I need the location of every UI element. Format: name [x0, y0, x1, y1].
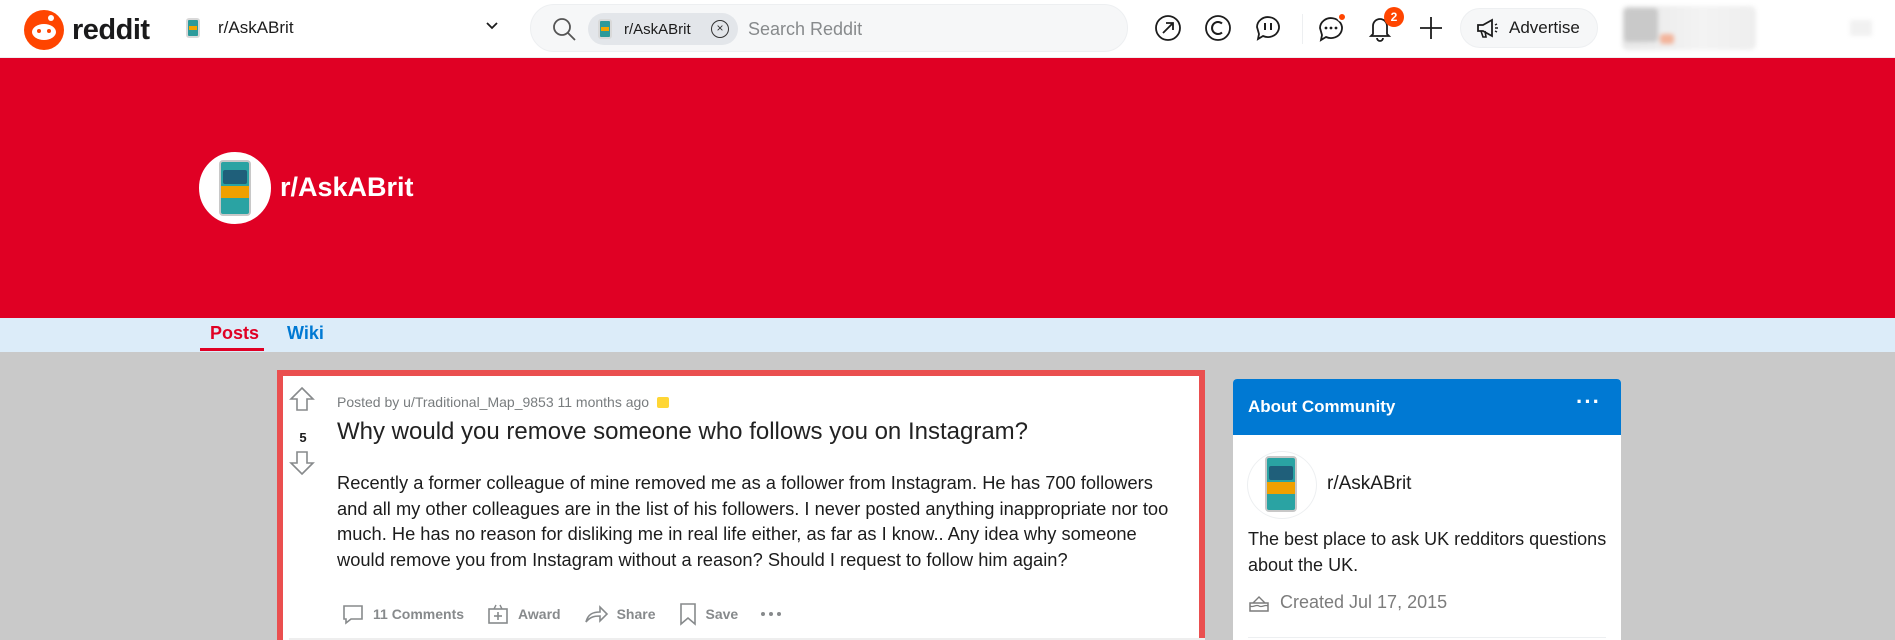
megaphone-icon — [1477, 18, 1498, 38]
about-community-widget: About Community ··· r/AskABrit The best … — [1233, 379, 1621, 640]
top-header: reddit r/AskABrit r/AskABrit × 2 Adverti… — [0, 0, 1895, 58]
community-created: Created Jul 17, 2015 — [1248, 592, 1447, 613]
save-button[interactable]: Save — [678, 602, 739, 626]
post-actions: 11 Comments Award Share Save — [341, 598, 812, 630]
chat-unread-dot — [1337, 12, 1347, 22]
bean-can-icon — [1265, 456, 1297, 512]
search-icon — [553, 18, 576, 41]
bookmark-icon — [679, 603, 696, 626]
advertise-button[interactable]: Advertise — [1460, 8, 1598, 48]
plus-icon[interactable] — [1415, 12, 1447, 44]
post-meta: Posted by u/Traditional_Map_9853 11 mont… — [337, 394, 670, 410]
save-label: Save — [705, 606, 739, 622]
user-menu[interactable] — [1622, 6, 1756, 50]
upvote-icon[interactable] — [289, 386, 315, 412]
popular-arrow-icon[interactable] — [1152, 12, 1184, 44]
community-avatar — [1247, 451, 1317, 519]
award-flair-icon — [657, 396, 670, 408]
award-button[interactable]: Award — [486, 602, 561, 626]
more-options-icon[interactable]: ··· — [1576, 389, 1601, 415]
about-header: About Community ··· — [1233, 379, 1621, 435]
reddit-logo[interactable]: reddit — [24, 10, 150, 50]
logo-text: reddit — [72, 13, 150, 46]
vote-score: 5 — [299, 430, 307, 445]
talk-icon[interactable] — [1252, 12, 1284, 44]
award-label: Award — [518, 606, 561, 622]
notification-badge: 2 — [1384, 7, 1404, 27]
search-community-chip[interactable]: r/AskABrit × — [588, 13, 738, 45]
post-body: Recently a former colleague of mine remo… — [337, 472, 1169, 570]
community-icon — [186, 18, 200, 38]
community-description: The best place to ask UK redditors quest… — [1248, 529, 1607, 575]
community-switcher[interactable]: r/AskABrit — [186, 10, 500, 46]
search-chip-label: r/AskABrit — [624, 20, 691, 38]
coins-icon[interactable] — [1202, 12, 1234, 44]
more-options-button[interactable] — [760, 610, 790, 618]
active-tab-indicator — [200, 348, 264, 351]
avatar — [1624, 8, 1658, 42]
created-date: Created Jul 17, 2015 — [1280, 592, 1448, 612]
search-input[interactable] — [748, 17, 1098, 41]
post-card[interactable]: 5 Posted by u/Traditional_Map_9853 11 mo… — [277, 370, 1205, 640]
cake-icon — [1249, 595, 1269, 612]
gift-icon — [488, 604, 508, 624]
community-switcher-label: r/AskABrit — [218, 18, 294, 37]
share-icon — [584, 605, 608, 623]
downvote-icon[interactable] — [289, 450, 315, 476]
about-title: About Community — [1248, 397, 1396, 416]
about-community-name[interactable]: r/AskABrit — [1327, 473, 1411, 495]
search-bar[interactable]: r/AskABrit × — [530, 4, 1128, 52]
chevron-down-icon — [484, 16, 500, 39]
community-avatar — [199, 152, 271, 224]
reddit-snoo-icon — [24, 10, 64, 50]
vote-column: 5 — [283, 376, 323, 640]
advertise-label: Advertise — [1509, 18, 1580, 37]
comments-button[interactable]: 11 Comments — [341, 602, 464, 626]
community-tabs: Posts Wiki — [0, 318, 1895, 352]
post-meta-text: Posted by u/Traditional_Map_9853 11 mont… — [337, 394, 650, 410]
header-divider — [1302, 14, 1303, 44]
bean-can-icon — [219, 160, 251, 216]
community-icon — [598, 19, 612, 39]
comment-icon — [343, 605, 363, 625]
blurred-element — [1850, 20, 1872, 36]
post-title[interactable]: Why would you remove someone who follows… — [337, 418, 1177, 446]
community-title: r/AskABrit — [280, 172, 414, 202]
ellipsis-icon — [761, 612, 782, 616]
tab-posts[interactable]: Posts — [210, 323, 259, 344]
about-divider — [1248, 637, 1606, 638]
tab-wiki[interactable]: Wiki — [287, 323, 324, 344]
share-button[interactable]: Share — [583, 602, 656, 626]
close-icon[interactable]: × — [711, 20, 729, 38]
comments-label: 11 Comments — [373, 606, 465, 622]
share-label: Share — [616, 606, 656, 622]
